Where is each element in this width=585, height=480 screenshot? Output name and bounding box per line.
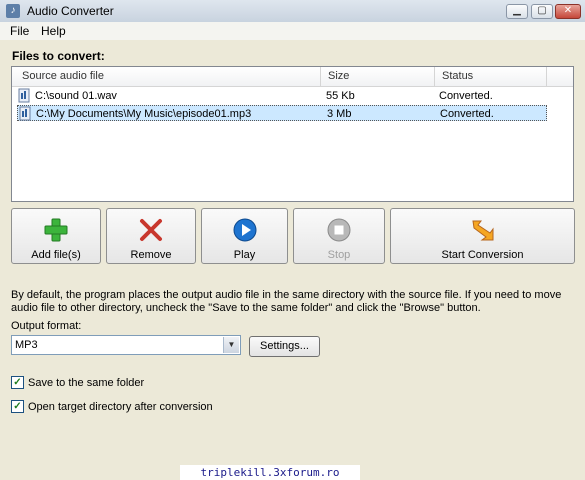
window-title: Audio Converter	[27, 4, 114, 18]
column-status[interactable]: Status	[442, 70, 473, 82]
menu-bar: File Help	[0, 22, 585, 40]
column-separator[interactable]	[434, 67, 435, 86]
open-target-label[interactable]: Open target directory after conversion	[28, 401, 213, 413]
column-separator[interactable]	[546, 67, 547, 86]
cell-status: Converted.	[440, 108, 494, 120]
menu-help[interactable]: Help	[41, 24, 66, 38]
start-conversion-button[interactable]: Start Conversion	[390, 208, 575, 264]
minimize-button[interactable]: ▁	[506, 4, 528, 19]
files-to-convert-label: Files to convert:	[12, 49, 105, 63]
play-icon	[233, 218, 256, 242]
list-header: Source audio file Size Status	[12, 67, 573, 87]
save-same-folder-checkbox[interactable]: ✓	[11, 376, 24, 389]
stop-button[interactable]: Stop	[293, 208, 385, 264]
menu-file[interactable]: File	[10, 24, 29, 38]
remove-x-icon	[140, 219, 162, 241]
cell-size: 3 Mb	[327, 108, 352, 120]
column-size[interactable]: Size	[328, 70, 349, 82]
start-conversion-label: Start Conversion	[441, 249, 524, 261]
stop-label: Stop	[327, 249, 351, 261]
column-separator[interactable]	[320, 67, 321, 86]
output-format-value: MP3	[15, 339, 38, 351]
cell-file: C:\sound 01.wav	[35, 90, 117, 102]
output-format-select[interactable]: MP3 ▼	[11, 335, 241, 355]
table-row[interactable]: C:\sound 01.wav 55 Kb Converted.	[17, 88, 547, 104]
audio-converter-window: ♪ Audio Converter ▁ ▢ ✕ File Help Files …	[0, 0, 585, 480]
title-bar[interactable]: ♪ Audio Converter ▁ ▢ ✕	[0, 0, 585, 23]
column-source-file[interactable]: Source audio file	[22, 70, 104, 82]
add-files-label: Add file(s)	[31, 249, 81, 261]
cell-file: C:\My Documents\My Music\episode01.mp3	[36, 108, 252, 120]
convert-arrow-icon	[471, 220, 493, 241]
table-row-selected[interactable]: C:\My Documents\My Music\episode01.mp3 3…	[17, 105, 547, 121]
play-label: Play	[233, 249, 256, 261]
output-format-label: Output format:	[11, 320, 82, 332]
audio-file-icon	[18, 88, 30, 103]
remove-button[interactable]: Remove	[106, 208, 196, 264]
settings-button[interactable]: Settings...	[249, 336, 320, 357]
plus-icon	[44, 218, 68, 242]
open-target-checkbox[interactable]: ✓	[11, 400, 24, 413]
play-button[interactable]: Play	[201, 208, 288, 264]
app-icon: ♪	[6, 4, 20, 18]
watermark-text: triplekill.3xforum.ro	[180, 465, 360, 480]
close-button[interactable]: ✕	[555, 4, 581, 19]
cell-status: Converted.	[439, 90, 493, 102]
save-same-folder-label[interactable]: Save to the same folder	[28, 377, 144, 389]
file-list[interactable]: Source audio file Size Status C:\sound 0…	[11, 66, 574, 202]
cell-size: 55 Kb	[326, 90, 355, 102]
maximize-button[interactable]: ▢	[531, 4, 553, 19]
audio-file-icon	[19, 106, 31, 121]
remove-label: Remove	[130, 249, 172, 261]
dropdown-arrow-icon[interactable]: ▼	[223, 337, 239, 353]
stop-icon	[327, 218, 351, 242]
description-text: By default, the program places the outpu…	[11, 289, 562, 314]
add-files-button[interactable]: Add file(s)	[11, 208, 101, 264]
